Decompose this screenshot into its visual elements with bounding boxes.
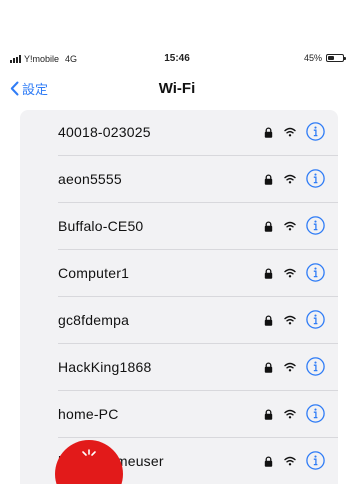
network-row[interactable]: gc8fdempa	[20, 298, 338, 344]
row-divider	[58, 437, 338, 438]
wifi-icon	[284, 315, 296, 325]
network-row[interactable]: HackKing1868	[20, 345, 338, 391]
info-icon[interactable]	[306, 216, 325, 235]
page-title: Wi-Fi	[158, 80, 196, 97]
row-divider	[58, 343, 338, 344]
wifi-icon	[284, 268, 296, 278]
wifi-icon	[284, 174, 296, 184]
info-icon[interactable]	[306, 357, 325, 376]
info-icon[interactable]	[306, 451, 325, 470]
sparkle-icon	[82, 449, 96, 456]
network-row[interactable]: Buffalo-CE50	[20, 204, 338, 250]
lock-icon	[264, 456, 273, 467]
battery-icon	[326, 54, 346, 62]
wifi-icon	[284, 127, 296, 137]
status-right: 45%	[303, 53, 346, 63]
network-ssid: Computer1	[58, 265, 130, 281]
lock-icon	[264, 268, 273, 279]
status-time: 15:46	[164, 53, 190, 64]
network-row[interactable]: Computer1	[20, 251, 338, 297]
row-divider	[58, 202, 338, 203]
network-row[interactable]: home-PC	[20, 392, 338, 438]
lock-icon	[264, 127, 273, 138]
network-ssid: HackKing1868	[58, 359, 152, 375]
lock-icon	[264, 174, 273, 185]
lock-icon	[264, 221, 273, 232]
info-icon[interactable]	[306, 169, 325, 188]
network-ssid: gc8fdempa	[58, 312, 130, 328]
wifi-icon	[284, 221, 296, 231]
info-icon[interactable]	[306, 310, 325, 329]
info-icon[interactable]	[306, 263, 325, 282]
row-divider	[58, 155, 338, 156]
row-divider	[58, 296, 338, 297]
wifi-icon	[284, 409, 296, 419]
network-ssid: home-PC	[58, 406, 119, 422]
navigation-bar: 設定 Wi-Fi	[0, 76, 354, 104]
status-bar: Y!mobile 4G 15:46 45%	[0, 50, 354, 68]
lock-icon	[264, 315, 273, 326]
wifi-icon	[284, 456, 296, 466]
network-row[interactable]: aeon5555	[20, 157, 338, 203]
row-divider	[58, 390, 338, 391]
row-divider	[58, 249, 338, 250]
lock-icon	[264, 409, 273, 420]
network-ssid: 40018-023025	[58, 124, 151, 140]
network-row[interactable]: 40018-023025	[20, 110, 338, 156]
lock-icon	[264, 362, 273, 373]
info-icon[interactable]	[306, 404, 325, 423]
wifi-icon	[284, 362, 296, 372]
info-icon[interactable]	[306, 122, 325, 141]
battery-percent: 45%	[303, 53, 322, 63]
network-ssid: Buffalo-CE50	[58, 218, 144, 234]
network-ssid: aeon5555	[58, 171, 122, 187]
network-list: 40018-023025 aeon5555 Buffalo-CE50 Computer…	[20, 110, 338, 484]
